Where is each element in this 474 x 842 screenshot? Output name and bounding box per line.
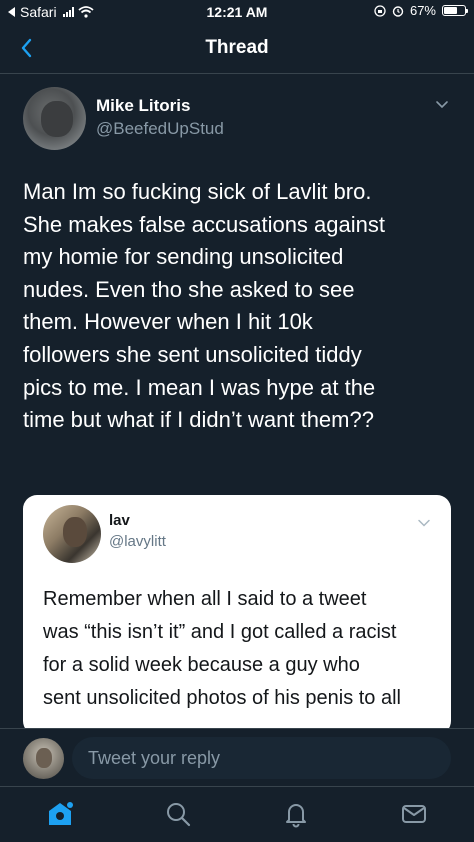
reply-bar [0, 728, 474, 786]
quoted-display-name: lav [109, 512, 130, 529]
status-right: 67% [374, 3, 468, 18]
tweet-options-caret-icon[interactable] [434, 97, 450, 113]
quoted-handle: @lavylitt [109, 533, 166, 550]
author-handle[interactable]: @BeefedUpStud [96, 119, 224, 139]
notifications-icon[interactable] [281, 799, 311, 829]
quoted-tweet-card[interactable]: lav @lavylitt Remember when all I said t… [23, 495, 451, 735]
page-title: Thread [205, 37, 269, 58]
battery-icon [442, 5, 468, 16]
rotation-lock-icon [374, 4, 386, 17]
reply-input[interactable] [72, 737, 451, 779]
messages-icon[interactable] [399, 799, 429, 829]
battery-percent: 67% [409, 3, 436, 18]
status-bar: Safari 12:21 AM 67% [0, 0, 474, 24]
nav-header: Thread [0, 24, 474, 74]
tab-bar [0, 786, 474, 842]
user-avatar [23, 738, 64, 779]
alarm-icon [392, 5, 404, 17]
quoted-author-avatar [43, 505, 101, 563]
quoted-caret-icon [418, 519, 430, 527]
quoted-tweet-text: Remember when all I said to a tweet was … [43, 588, 401, 709]
tweet-text: Man Im so fucking sick of Lavlit bro. Sh… [23, 179, 385, 433]
author-avatar[interactable] [23, 87, 86, 150]
author-display-name[interactable]: Mike Litoris [96, 96, 190, 116]
search-icon[interactable] [163, 799, 193, 829]
home-icon[interactable] [45, 799, 75, 829]
